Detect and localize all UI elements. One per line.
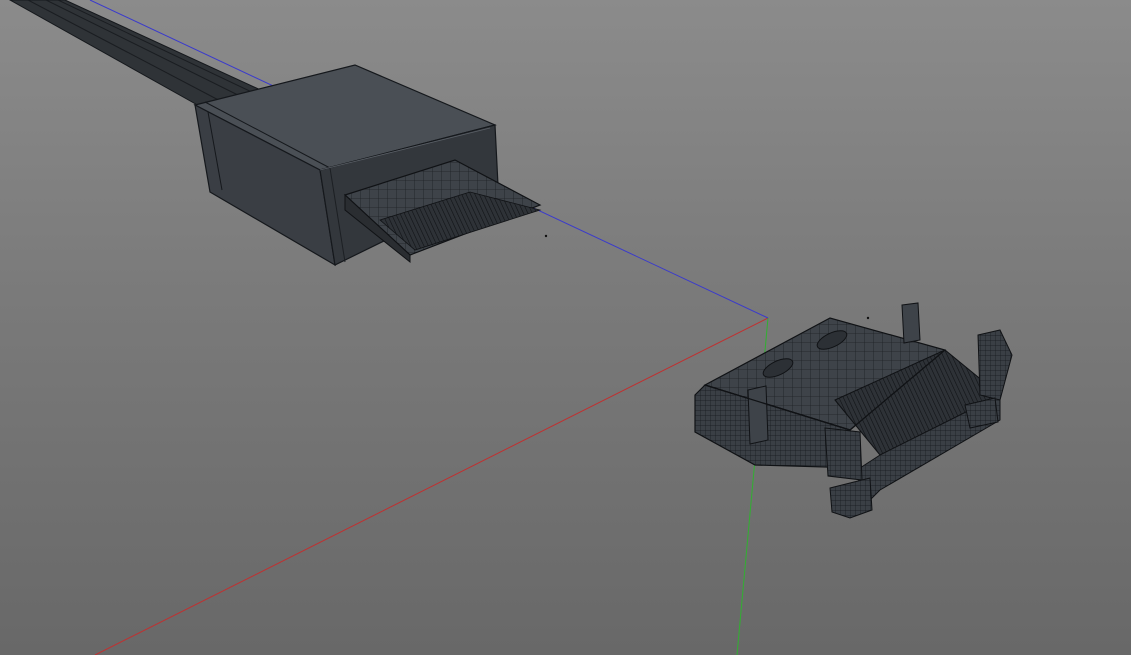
vertex-dot	[544, 234, 548, 238]
hdmi-socket-mesh[interactable]	[694, 302, 1013, 519]
axis-x-line	[94, 317, 769, 655]
hdmi-plug-mesh[interactable]	[193, 64, 542, 267]
vertex-dot	[866, 316, 870, 320]
viewport-scene[interactable]	[0, 0, 1131, 655]
cable-mesh[interactable]	[8, 0, 267, 113]
3d-viewport[interactable]	[0, 0, 1131, 655]
